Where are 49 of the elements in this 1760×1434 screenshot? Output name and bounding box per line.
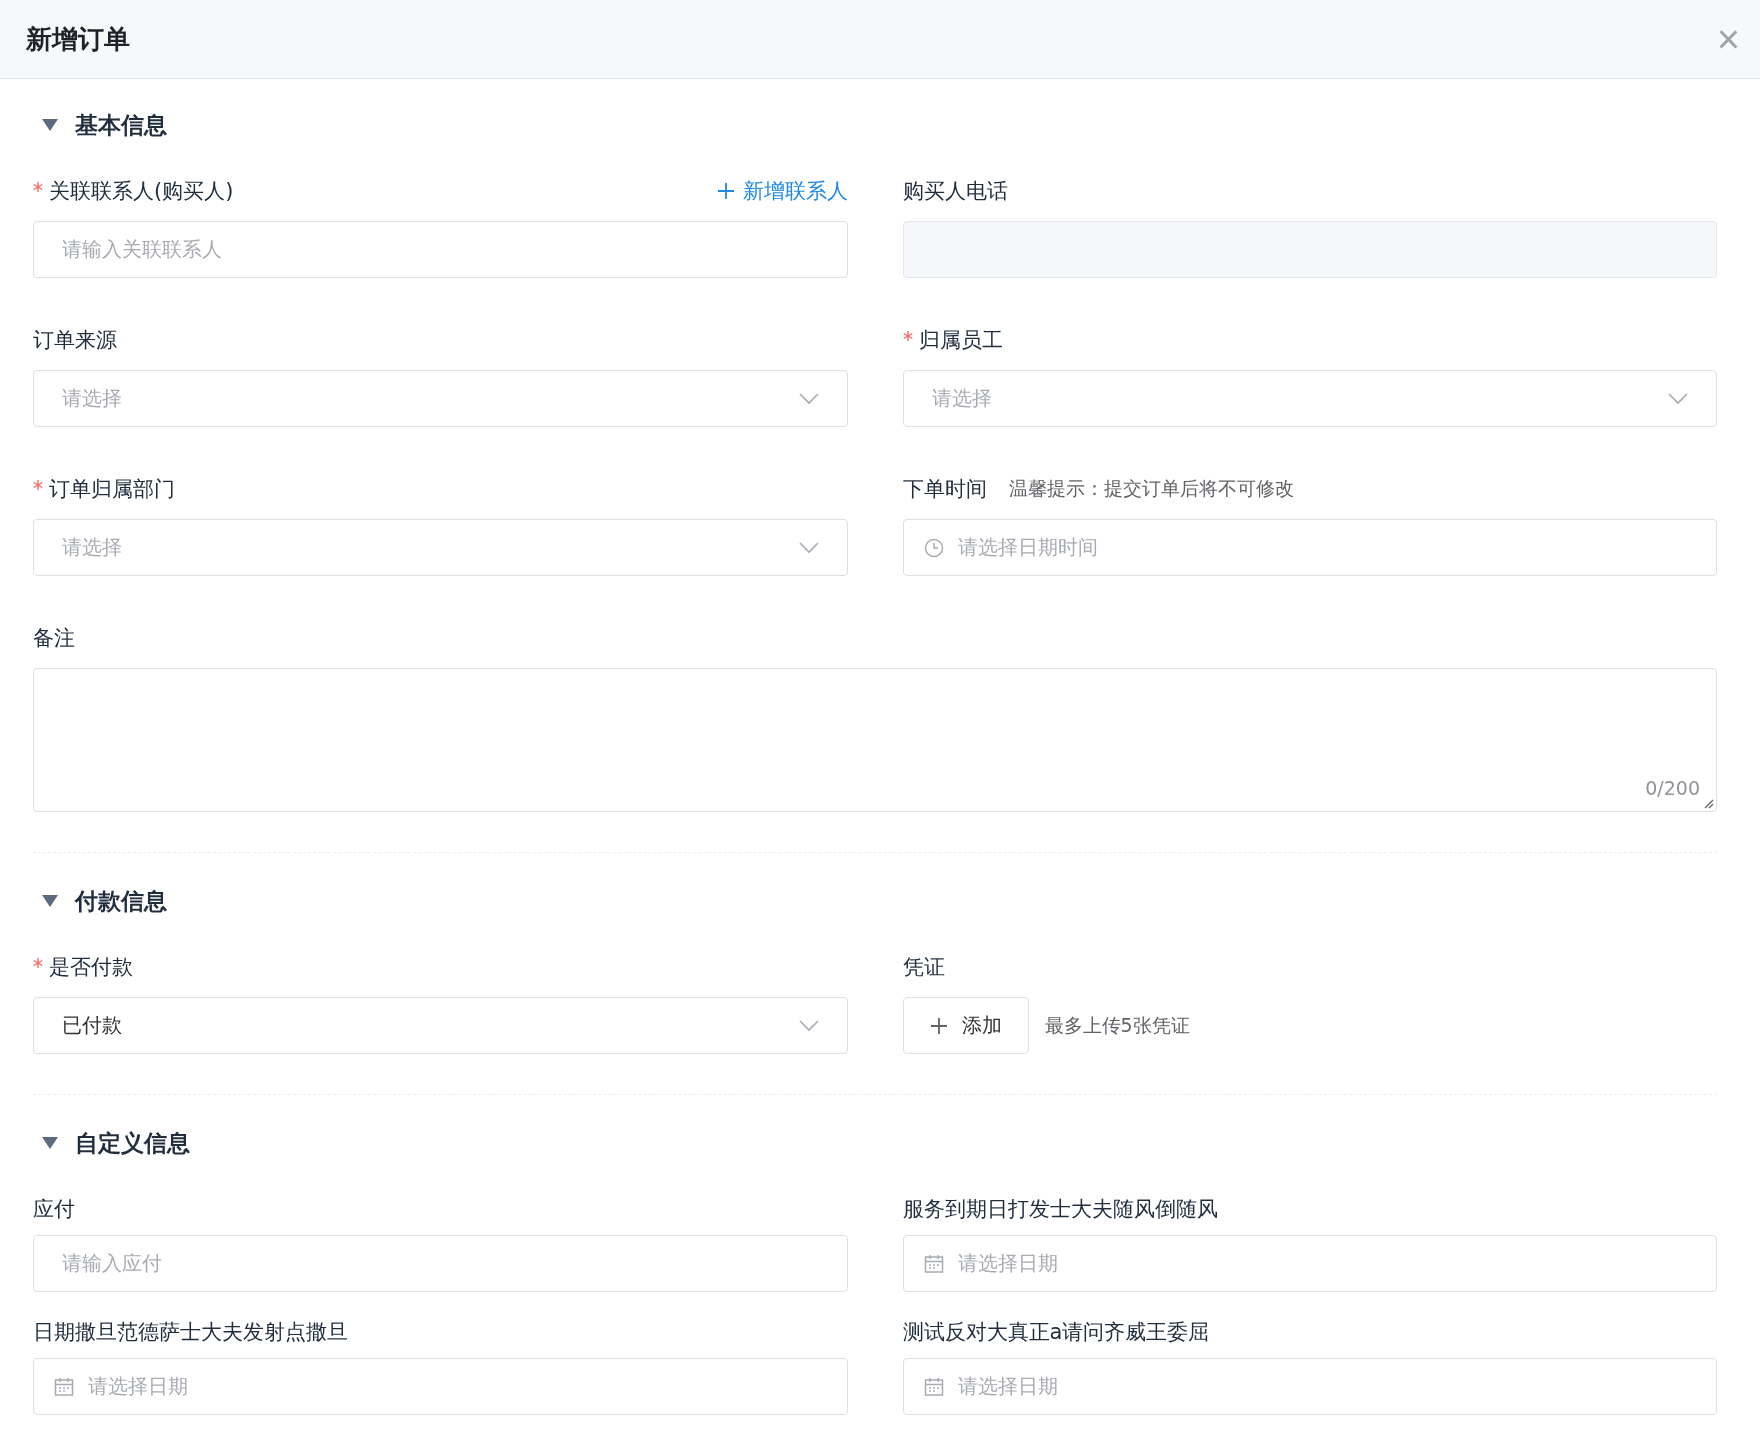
calendar-icon [923,1376,944,1397]
section-title: 基本信息 [75,110,167,140]
field-label: 服务到期日打发士大夫随风倒随风 [902,1196,1218,1223]
collapse-triangle-icon[interactable] [41,1136,59,1150]
chevron-down-icon [798,541,819,554]
plus-icon [716,182,735,200]
select-field[interactable]: 请选择 [902,370,1717,427]
chevron-down-icon [798,1019,819,1032]
field-label: 日期撒旦范德萨士大夫发射点撒旦 [33,1319,348,1346]
field-label: 订单来源 [33,327,117,354]
field-label: 关联联系人(购买人) [49,178,234,205]
upload-hint: 最多上传5张凭证 [1044,1012,1190,1038]
date-field[interactable]: 请选择日期 [902,1358,1717,1415]
add-contact-link[interactable]: 新增联系人 [716,177,848,205]
resize-handle-icon [1702,797,1714,809]
field-label: 测试反对大真正a请问齐威王委屈 [902,1319,1210,1346]
field-label: 是否付款 [49,954,133,981]
clock-icon [923,537,944,558]
field-label: 订单归属部门 [49,476,175,503]
date-field[interactable]: 请选择日期 [33,1358,848,1415]
collapse-triangle-icon[interactable] [41,118,59,132]
close-button[interactable]: × [1708,19,1748,59]
field-label: 购买人电话 [902,178,1008,205]
field-label: 凭证 [902,954,945,981]
field-label: 应付 [33,1196,75,1223]
input-field[interactable]: 请输入关联联系人 [33,221,848,278]
calendar-icon [923,1253,944,1274]
input-field[interactable]: 请输入应付 [33,1235,848,1292]
select-field[interactable]: 请选择 [33,370,848,427]
datetime-field[interactable]: 请选择日期时间 [902,519,1717,576]
plus-icon [929,1016,948,1035]
collapse-triangle-icon[interactable] [41,894,59,908]
section-title: 自定义信息 [75,1128,190,1158]
chevron-down-icon [1668,392,1688,405]
select-field[interactable]: 请选择 [33,519,848,576]
char-counter: 0/200 [1645,777,1700,799]
select-field[interactable]: 已付款 [33,997,848,1054]
calendar-icon [54,1376,74,1397]
field-label: 备注 [33,625,75,652]
input-field[interactable] [902,221,1717,278]
field-label: 下单时间 [902,476,987,503]
textarea-field[interactable]: 0/200 [33,668,1717,812]
section-title: 付款信息 [75,886,167,916]
field-hint: 温馨提示：提交订单后将不可修改 [1008,476,1294,501]
add-button[interactable]: 添加 [902,997,1029,1054]
chevron-down-icon [798,392,819,405]
dialog-title: 新增订单 [26,22,130,56]
date-field[interactable]: 请选择日期 [902,1235,1717,1292]
field-label: 归属员工 [918,327,1003,354]
